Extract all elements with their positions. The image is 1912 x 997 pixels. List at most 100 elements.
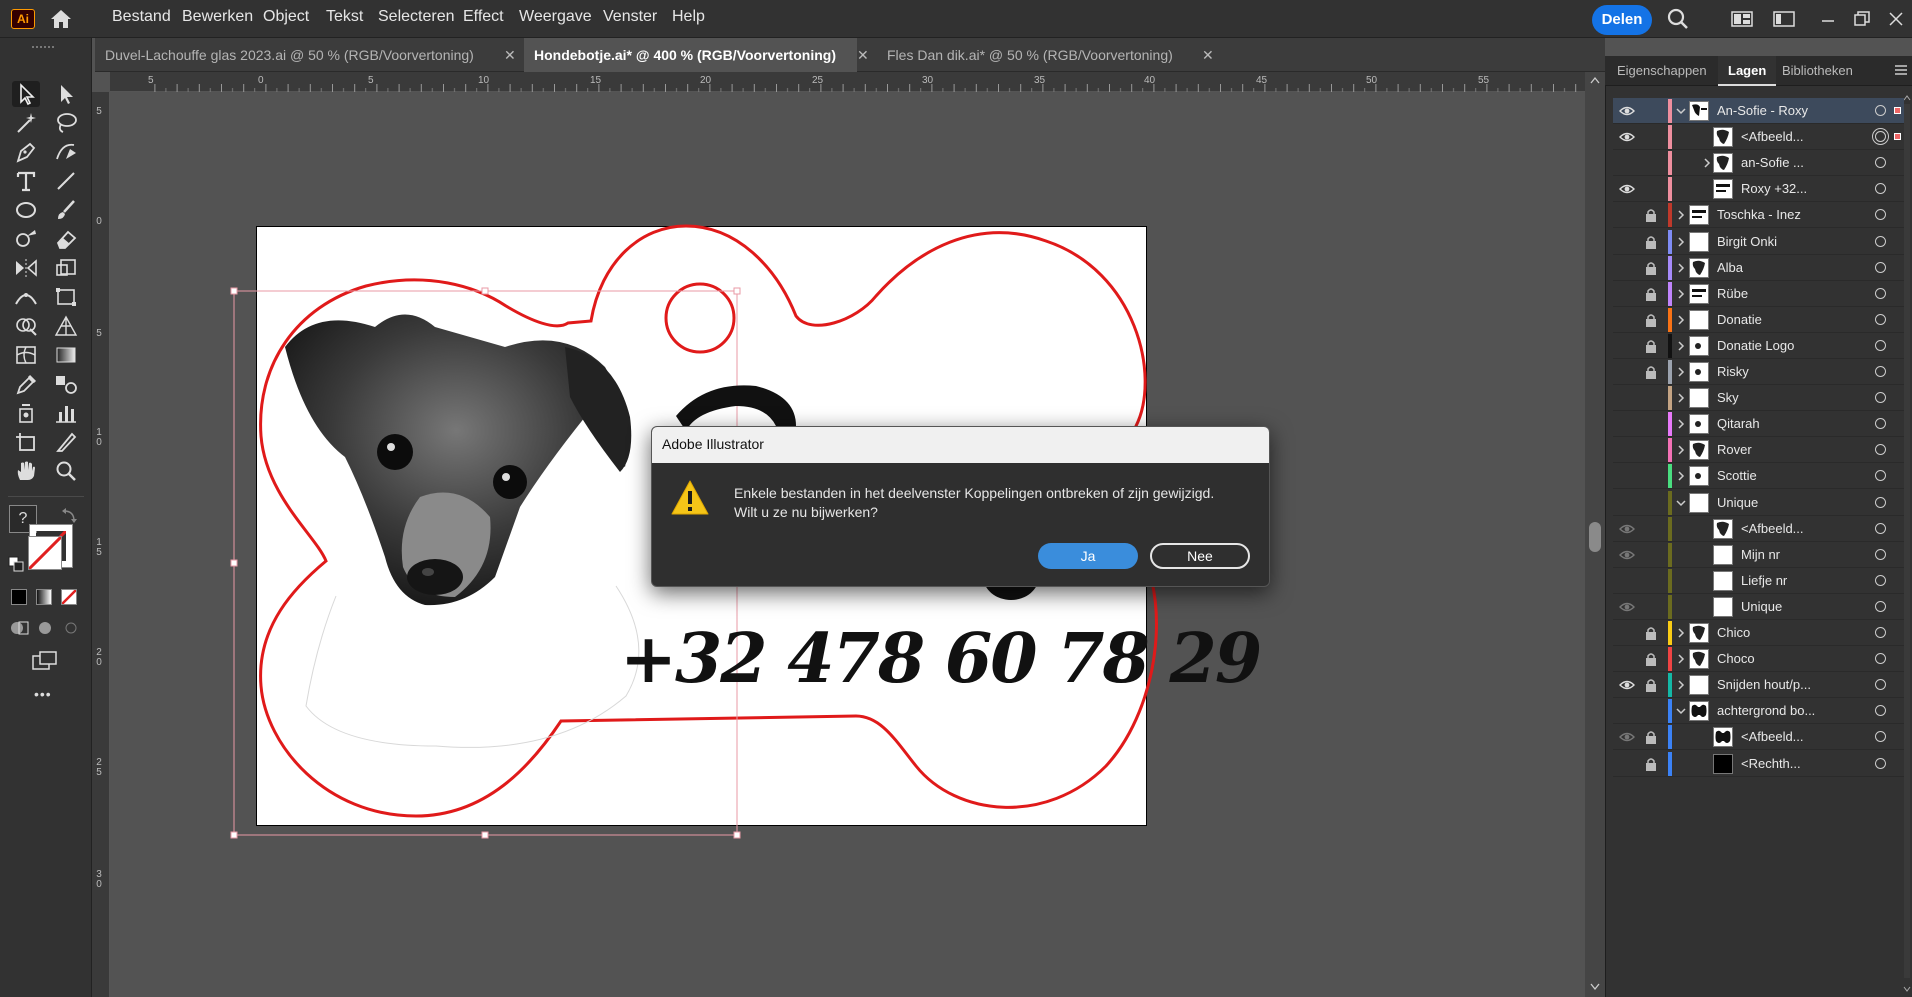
target-circle-icon[interactable]	[1875, 470, 1886, 482]
target-circle-icon[interactable]	[1875, 105, 1886, 116]
visibility-toggle[interactable]	[1619, 417, 1635, 431]
visibility-toggle[interactable]	[1619, 235, 1635, 249]
layer-row[interactable]: <Afbeeld...	[1613, 516, 1904, 542]
chevron-right-icon[interactable]	[1675, 417, 1687, 431]
layer-name[interactable]: Roxy +32...	[1741, 181, 1861, 196]
layer-row[interactable]: Alba	[1613, 255, 1904, 281]
layer-row[interactable]: Donatie Logo	[1613, 333, 1904, 359]
layer-name[interactable]: Snijden hout/p...	[1717, 677, 1837, 692]
menu-tekst[interactable]: Tekst	[326, 8, 363, 26]
hand-tool-icon[interactable]	[12, 458, 40, 484]
layer-name[interactable]: Chico	[1717, 625, 1837, 640]
eraser-tool-icon[interactable]	[52, 226, 80, 252]
target-circle-icon[interactable]	[1875, 418, 1886, 430]
dialog-titlebar[interactable]: Adobe Illustrator	[652, 427, 1269, 463]
layer-row[interactable]: Choco	[1613, 646, 1904, 673]
reflect-tool-icon[interactable]	[12, 255, 40, 281]
visibility-eye-icon[interactable]	[1619, 130, 1635, 144]
layer-row[interactable]: Chico	[1613, 620, 1904, 646]
target-circle-icon[interactable]	[1875, 287, 1886, 299]
layer-name[interactable]: Mijn nr	[1741, 547, 1861, 562]
menu-venster[interactable]: Venster	[603, 8, 657, 26]
visibility-toggle[interactable]	[1619, 469, 1635, 483]
layer-name[interactable]: Choco	[1717, 651, 1837, 666]
perspective-grid-tool-icon[interactable]	[52, 313, 80, 339]
tab-close-icon[interactable]: ✕	[1202, 47, 1214, 63]
shaper-tool-icon[interactable]	[12, 226, 40, 252]
workspace-icon[interactable]	[1772, 8, 1796, 30]
tab-duvel[interactable]: Duvel-Lachouffe glas 2023.ai @ 50 % (RGB…	[95, 38, 524, 72]
visibility-eye-icon[interactable]	[1619, 548, 1635, 562]
lasso-tool-icon[interactable]	[52, 110, 80, 136]
fill-color-swatch[interactable]	[27, 535, 63, 571]
layer-name[interactable]: Liefje nr	[1741, 573, 1861, 588]
gradient-mode-icon[interactable]	[36, 589, 52, 605]
layer-row[interactable]: <Rechth...	[1613, 751, 1904, 777]
menu-effect[interactable]: Effect	[463, 8, 504, 26]
no-button[interactable]: Nee	[1150, 543, 1250, 569]
layer-name[interactable]: Risky	[1717, 364, 1837, 379]
layer-name[interactable]: <Afbeeld...	[1741, 729, 1861, 744]
tab-close-icon[interactable]: ✕	[504, 47, 516, 63]
lock-icon[interactable]	[1645, 313, 1657, 327]
chevron-right-icon[interactable]	[1675, 235, 1687, 249]
layer-name[interactable]: Birgit Onki	[1717, 234, 1837, 249]
chevron-down-icon[interactable]	[1675, 104, 1687, 118]
target-circle-icon[interactable]	[1875, 522, 1886, 534]
target-circle-icon[interactable]	[1875, 627, 1886, 638]
target-circle-icon[interactable]	[1875, 209, 1886, 221]
shape-builder-tool-icon[interactable]	[12, 313, 40, 339]
target-circle-icon[interactable]	[1875, 339, 1886, 351]
panel-scrollbar[interactable]	[1904, 104, 1910, 978]
visibility-toggle[interactable]	[1619, 365, 1635, 379]
chevron-right-icon[interactable]	[1675, 208, 1687, 222]
lock-icon[interactable]	[1645, 678, 1657, 693]
layer-row[interactable]: achtergrond bo...	[1613, 698, 1904, 725]
layer-row[interactable]: Qitarah	[1613, 411, 1904, 438]
layer-name[interactable]: <Afbeeld...	[1741, 129, 1861, 144]
layer-name[interactable]: Rover	[1717, 442, 1837, 457]
layer-row[interactable]: Birgit Onki	[1613, 229, 1904, 255]
lock-icon[interactable]	[1645, 652, 1657, 667]
layer-row[interactable]: Scottie	[1613, 463, 1904, 490]
target-circle-icon[interactable]	[1875, 731, 1886, 743]
menu-bewerken[interactable]: Bewerken	[182, 8, 253, 26]
visibility-toggle[interactable]	[1619, 496, 1635, 510]
target-circle-icon[interactable]	[1875, 679, 1886, 691]
share-button[interactable]: Delen	[1592, 5, 1652, 35]
layer-row[interactable]: <Afbeeld...	[1613, 124, 1904, 151]
target-circle-icon[interactable]	[1875, 444, 1886, 456]
layer-row[interactable]: Roxy +32...	[1613, 176, 1904, 203]
selection-indicator[interactable]	[1894, 133, 1901, 141]
tab-close-icon[interactable]: ✕	[857, 47, 869, 63]
layer-row[interactable]: Donatie	[1613, 307, 1904, 333]
layer-name[interactable]: <Rechth...	[1741, 756, 1861, 771]
layer-name[interactable]: <Afbeeld...	[1741, 521, 1861, 536]
visibility-eye-icon[interactable]	[1619, 182, 1635, 196]
type-tool-icon[interactable]	[12, 168, 40, 194]
layer-row[interactable]: Toschka - Inez	[1613, 202, 1904, 229]
layer-row[interactable]: <Afbeeld...	[1613, 724, 1904, 751]
target-circle-icon[interactable]	[1875, 392, 1886, 404]
lock-icon[interactable]	[1645, 365, 1657, 379]
dog-photo[interactable]	[285, 307, 645, 607]
layer-row[interactable]: an-Sofie ...	[1613, 150, 1904, 177]
lock-icon[interactable]	[1645, 208, 1657, 223]
slice-tool-icon[interactable]	[52, 429, 80, 455]
visibility-toggle[interactable]	[1619, 261, 1635, 275]
layer-name[interactable]: Sky	[1717, 390, 1837, 405]
layer-name[interactable]: Alba	[1717, 260, 1837, 275]
scale-tool-icon[interactable]	[52, 255, 80, 281]
chevron-right-icon[interactable]	[1675, 339, 1687, 353]
symbol-sprayer-tool-icon[interactable]	[12, 400, 40, 426]
tab-fles[interactable]: Fles Dan dik.ai* @ 50 % (RGB/Voorvertoni…	[877, 38, 1222, 72]
lock-icon[interactable]	[1645, 235, 1657, 249]
chevron-down-icon[interactable]	[1675, 704, 1687, 718]
menu-object[interactable]: Object	[263, 8, 309, 26]
layer-row[interactable]: An-Sofie - Roxy	[1613, 98, 1904, 124]
target-circle-icon[interactable]	[1875, 261, 1886, 273]
lock-icon[interactable]	[1645, 287, 1657, 301]
layer-row[interactable]: Snijden hout/p...	[1613, 672, 1904, 699]
target-circle-icon[interactable]	[1875, 131, 1886, 143]
magic-wand-tool-icon[interactable]	[12, 110, 40, 136]
